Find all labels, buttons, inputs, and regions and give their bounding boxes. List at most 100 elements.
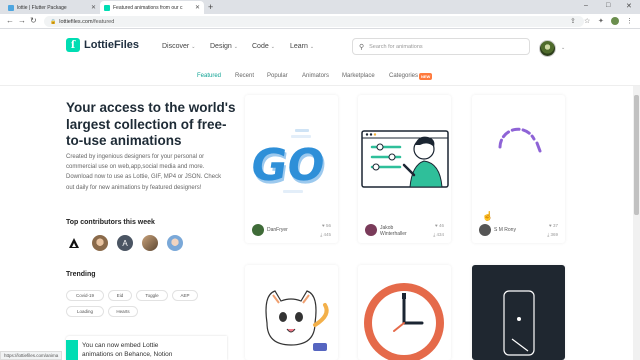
like-count: ♥ 56	[322, 223, 331, 228]
browser-tab-featured[interactable]: Featured animations from our c ✕	[100, 1, 204, 14]
promo-text: You can now embed Lottie animations on B…	[82, 342, 172, 359]
search-box[interactable]: ⚲	[352, 38, 530, 55]
contributor-avatar[interactable]	[66, 235, 82, 251]
promo-line-1: You can now embed Lottie	[82, 342, 159, 349]
status-bar-link: https://lottiefiles.com/anima	[0, 351, 63, 360]
url-host: lottiefiles.com	[59, 18, 93, 25]
animation-card[interactable]: Jakob Winterhaller ♥ 46 ⤓ 434	[358, 95, 451, 243]
author-name[interactable]: Jakob Winterhaller	[380, 225, 418, 237]
minimize-icon[interactable]: –	[584, 2, 588, 9]
author-name[interactable]: S M Rony	[494, 227, 516, 233]
cat-animation-preview	[265, 290, 329, 351]
new-tab-icon[interactable]: +	[208, 2, 213, 12]
chevron-down-icon: ⌄	[191, 43, 196, 50]
nav-label: Discover	[162, 43, 190, 50]
lottiefiles-logo[interactable]: ſ LottieFiles	[66, 38, 139, 52]
profile-avatar[interactable]	[611, 17, 619, 25]
behance-notion-badge-icon	[66, 340, 78, 360]
author-avatar[interactable]	[252, 224, 264, 236]
trending-tag-aep[interactable]: AEP	[172, 290, 198, 301]
tab-featured[interactable]: Featured	[197, 73, 221, 79]
trending-heading: Trending	[66, 271, 96, 278]
animation-card[interactable]	[472, 265, 565, 360]
contributors-heading: Top contributors this week	[66, 219, 155, 226]
contributor-avatar[interactable]: A	[117, 235, 133, 251]
like-count: ♥ 46	[435, 223, 444, 228]
contributor-avatar[interactable]	[92, 235, 108, 251]
tab-recent[interactable]: Recent	[235, 73, 254, 79]
tab-title: Featured animations from our c	[113, 4, 183, 11]
download-count: ⤓ 369	[547, 232, 558, 237]
promo-line-2: animations on Behance, Notion	[82, 350, 173, 358]
downloads-value: 369	[550, 232, 558, 237]
trending-tag-toggle[interactable]: Toggle	[136, 290, 168, 301]
chevron-down-icon: ⌄	[233, 43, 238, 50]
browser-tab-lottie-flutter[interactable]: lottie | Flutter Package ✕	[4, 1, 100, 14]
category-tabs: Featured Recent Popular Animators Market…	[0, 68, 640, 86]
downloads-value: 434	[436, 232, 444, 237]
trending-tag-hearts[interactable]: Hearts	[108, 306, 138, 317]
likes-value: 56	[325, 223, 331, 228]
author-avatar[interactable]	[365, 224, 377, 236]
download-count: ⤓ 445	[320, 232, 331, 237]
contributor-avatar[interactable]	[167, 235, 183, 251]
chevron-down-icon: ⌄	[309, 43, 315, 50]
downloads-value: 445	[323, 232, 331, 237]
nav-learn[interactable]: Learn ⌄	[290, 43, 314, 50]
person-touch-ui-preview	[361, 130, 449, 188]
reload-icon[interactable]: ↻	[30, 16, 37, 25]
tab-categories[interactable]: Categories	[389, 73, 418, 79]
trending-tag-covid-19[interactable]: Covid-19	[66, 290, 104, 301]
maximize-icon[interactable]: □	[606, 2, 610, 9]
trending-tag-loading[interactable]: Loading	[66, 306, 104, 317]
phone-animation-preview	[503, 290, 535, 356]
close-tab-icon[interactable]: ✕	[195, 4, 200, 11]
tab-title: lottie | Flutter Package	[17, 4, 67, 11]
browser-tab-strip: lottie | Flutter Package ✕ Featured anim…	[0, 0, 640, 14]
nav-label: Learn	[290, 43, 308, 50]
promo-banner[interactable]: You can now embed Lottie animations on B…	[66, 336, 227, 360]
search-icon: ⚲	[359, 43, 365, 51]
loading-spinner-preview	[498, 127, 542, 153]
search-input[interactable]	[369, 43, 520, 50]
hero-title: Your access to the world's largest colle…	[66, 100, 236, 148]
url-path: /featured	[92, 18, 115, 25]
mouse-cursor-icon: ☝	[482, 211, 494, 221]
animation-card[interactable]	[358, 265, 451, 360]
logo-text: LottieFiles	[84, 39, 140, 51]
tab-animators[interactable]: Animators	[302, 73, 329, 79]
trending-tag-eid[interactable]: Eid	[108, 290, 132, 301]
back-icon[interactable]: ←	[6, 16, 14, 25]
browser-menu-icon[interactable]: ⋮	[626, 17, 633, 25]
lock-icon: 🔒	[50, 18, 57, 25]
lottiefiles-favicon-icon	[104, 4, 110, 11]
animation-card[interactable]: GO GO DanFryer ♥ 56 ⤓ 445	[245, 95, 338, 243]
hero-description: Created by ingenious designers for your …	[66, 154, 222, 191]
tab-marketplace[interactable]: Marketplace	[342, 73, 375, 79]
nav-discover[interactable]: Discover ⌄	[162, 43, 195, 50]
tab-popular[interactable]: Popular	[267, 73, 288, 79]
author-name[interactable]: DanFryer	[267, 227, 288, 233]
forward-icon[interactable]: →	[18, 16, 26, 25]
close-window-icon[interactable]: ✕	[626, 2, 632, 10]
scrollbar-thumb[interactable]	[634, 95, 639, 215]
bookmark-star-icon[interactable]: ☆	[584, 17, 590, 25]
nav-code[interactable]: Code ⌄	[252, 43, 275, 50]
lottiefiles-logo-icon: ſ	[66, 38, 80, 52]
author-avatar[interactable]	[479, 224, 491, 236]
url-field[interactable]: 🔒 lottiefiles.com/featured	[44, 16, 584, 27]
extensions-puzzle-icon[interactable]: ✦	[598, 17, 604, 25]
contributor-avatar[interactable]	[142, 235, 158, 251]
close-tab-icon[interactable]: ✕	[91, 4, 96, 11]
user-avatar[interactable]	[539, 40, 556, 57]
animation-card[interactable]	[245, 265, 338, 360]
nav-design[interactable]: Design ⌄	[210, 43, 238, 50]
share-icon[interactable]: ⇪	[570, 17, 576, 25]
likes-value: 46	[438, 223, 444, 228]
new-badge: NEW	[419, 73, 433, 80]
chevron-down-icon: ⌄	[270, 43, 275, 50]
flutter-favicon-icon	[8, 4, 14, 11]
go-animation-preview: GO GO	[248, 129, 330, 194]
chevron-down-icon[interactable]: ⌄	[561, 45, 565, 51]
triangle-logo-icon	[69, 238, 79, 248]
